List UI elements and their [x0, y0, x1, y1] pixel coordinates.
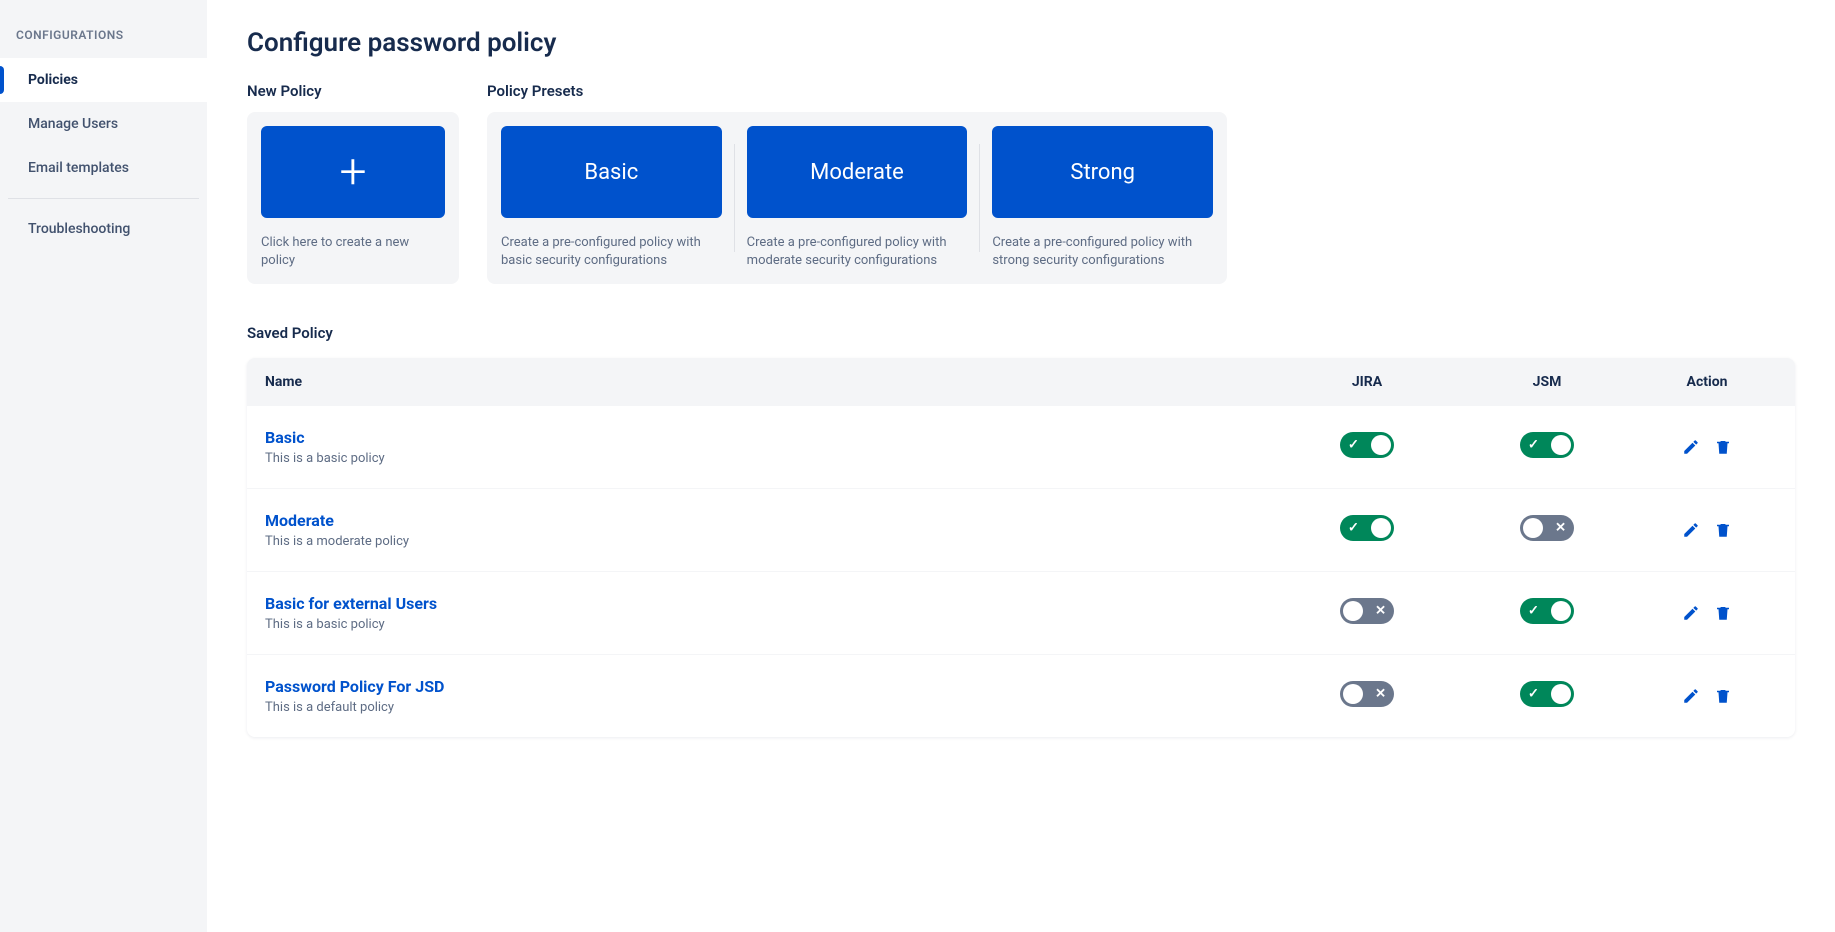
toggle-knob — [1343, 684, 1363, 704]
table-row: Basic for external Users This is a basic … — [247, 572, 1795, 655]
page-title: Configure password policy — [247, 28, 1795, 58]
presets-label: Policy Presets — [487, 82, 1227, 100]
x-icon: ✕ — [1375, 687, 1386, 702]
preset-desc: Create a pre-configured policy with mode… — [747, 234, 968, 270]
cell-action — [1637, 521, 1777, 539]
sidebar-item-policies[interactable]: Policies — [0, 58, 207, 102]
edit-icon[interactable] — [1682, 521, 1700, 539]
preset-button-basic[interactable]: Basic — [501, 126, 722, 218]
sidebar: CONFIGURATIONS PoliciesManage UsersEmail… — [0, 0, 207, 932]
jira-toggle[interactable]: ✕ — [1340, 681, 1394, 707]
jsm-toggle[interactable]: ✓ — [1520, 681, 1574, 707]
policy-name-link[interactable]: Basic — [265, 428, 305, 447]
new-policy-desc: Click here to create a new policy — [261, 234, 445, 270]
x-icon: ✕ — [1555, 521, 1566, 536]
trash-icon[interactable] — [1714, 604, 1732, 622]
new-policy-card: + Click here to create a new policy — [247, 112, 459, 284]
edit-icon[interactable] — [1682, 604, 1700, 622]
main-content: Configure password policy New Policy + C… — [207, 0, 1835, 932]
trash-icon[interactable] — [1714, 521, 1732, 539]
cell-action — [1637, 687, 1777, 705]
jira-toggle[interactable]: ✓ — [1340, 515, 1394, 541]
preset-col-basic: Basic Create a pre-configured policy with… — [501, 126, 734, 270]
cell-action — [1637, 438, 1777, 456]
saved-policy-table: Name JIRA JSM Action Basic This is a basi… — [247, 358, 1795, 737]
check-icon: ✓ — [1528, 604, 1539, 619]
trash-icon[interactable] — [1714, 438, 1732, 456]
table-row: Moderate This is a moderate policy ✓ ✕ — [247, 489, 1795, 572]
toggle-knob — [1551, 601, 1571, 621]
policy-desc: This is a basic policy — [265, 451, 1277, 466]
policy-desc: This is a default policy — [265, 700, 1277, 715]
cell-jira: ✓ — [1277, 515, 1457, 545]
col-header-name: Name — [265, 374, 1277, 390]
cell-name: Basic This is a basic policy — [265, 428, 1277, 466]
col-header-action: Action — [1637, 374, 1777, 390]
cell-jira: ✕ — [1277, 598, 1457, 628]
toggle-knob — [1343, 601, 1363, 621]
edit-icon[interactable] — [1682, 687, 1700, 705]
table-row: Password Policy For JSD This is a default… — [247, 655, 1795, 737]
check-icon: ✓ — [1528, 438, 1539, 453]
preset-col-moderate: Moderate Create a pre-configured policy w… — [735, 126, 980, 270]
policy-desc: This is a moderate policy — [265, 534, 1277, 549]
table-header-row: Name JIRA JSM Action — [247, 358, 1795, 406]
new-policy-label: New Policy — [247, 82, 459, 100]
cell-jsm: ✓ — [1457, 432, 1637, 462]
jsm-toggle[interactable]: ✓ — [1520, 432, 1574, 458]
preset-col-strong: Strong Create a pre-configured policy wit… — [980, 126, 1213, 270]
edit-icon[interactable] — [1682, 438, 1700, 456]
cell-jsm: ✓ — [1457, 598, 1637, 628]
trash-icon[interactable] — [1714, 687, 1732, 705]
cell-name: Basic for external Users This is a basic … — [265, 594, 1277, 632]
cell-jira: ✓ — [1277, 432, 1457, 462]
cell-name: Password Policy For JSD This is a default… — [265, 677, 1277, 715]
check-icon: ✓ — [1528, 687, 1539, 702]
plus-icon: + — [339, 148, 366, 196]
check-icon: ✓ — [1348, 521, 1359, 536]
preset-desc: Create a pre-configured policy with stro… — [992, 234, 1213, 270]
preset-button-moderate[interactable]: Moderate — [747, 126, 968, 218]
cell-jsm: ✓ — [1457, 681, 1637, 711]
cell-jira: ✕ — [1277, 681, 1457, 711]
sidebar-item-manage-users[interactable]: Manage Users — [0, 102, 207, 146]
policy-name-link[interactable]: Basic for external Users — [265, 594, 437, 613]
col-header-jira: JIRA — [1277, 374, 1457, 390]
sidebar-item-email-templates[interactable]: Email templates — [0, 146, 207, 190]
toggle-knob — [1551, 684, 1571, 704]
col-header-jsm: JSM — [1457, 374, 1637, 390]
toggle-knob — [1551, 435, 1571, 455]
jira-toggle[interactable]: ✓ — [1340, 432, 1394, 458]
sidebar-item-troubleshooting[interactable]: Troubleshooting — [0, 207, 207, 251]
toggle-knob — [1371, 518, 1391, 538]
policy-name-link[interactable]: Password Policy For JSD — [265, 677, 444, 696]
check-icon: ✓ — [1348, 438, 1359, 453]
cell-name: Moderate This is a moderate policy — [265, 511, 1277, 549]
sidebar-header: CONFIGURATIONS — [0, 20, 207, 58]
cell-jsm: ✕ — [1457, 515, 1637, 545]
jira-toggle[interactable]: ✕ — [1340, 598, 1394, 624]
x-icon: ✕ — [1375, 604, 1386, 619]
jsm-toggle[interactable]: ✕ — [1520, 515, 1574, 541]
table-row: Basic This is a basic policy ✓ ✓ — [247, 406, 1795, 489]
jsm-toggle[interactable]: ✓ — [1520, 598, 1574, 624]
toggle-knob — [1371, 435, 1391, 455]
policy-desc: This is a basic policy — [265, 617, 1277, 632]
preset-desc: Create a pre-configured policy with basi… — [501, 234, 722, 270]
preset-button-strong[interactable]: Strong — [992, 126, 1213, 218]
policy-name-link[interactable]: Moderate — [265, 511, 334, 530]
new-policy-button[interactable]: + — [261, 126, 445, 218]
saved-policy-label: Saved Policy — [247, 324, 1795, 342]
toggle-knob — [1523, 518, 1543, 538]
sidebar-divider — [8, 198, 199, 199]
cell-action — [1637, 604, 1777, 622]
